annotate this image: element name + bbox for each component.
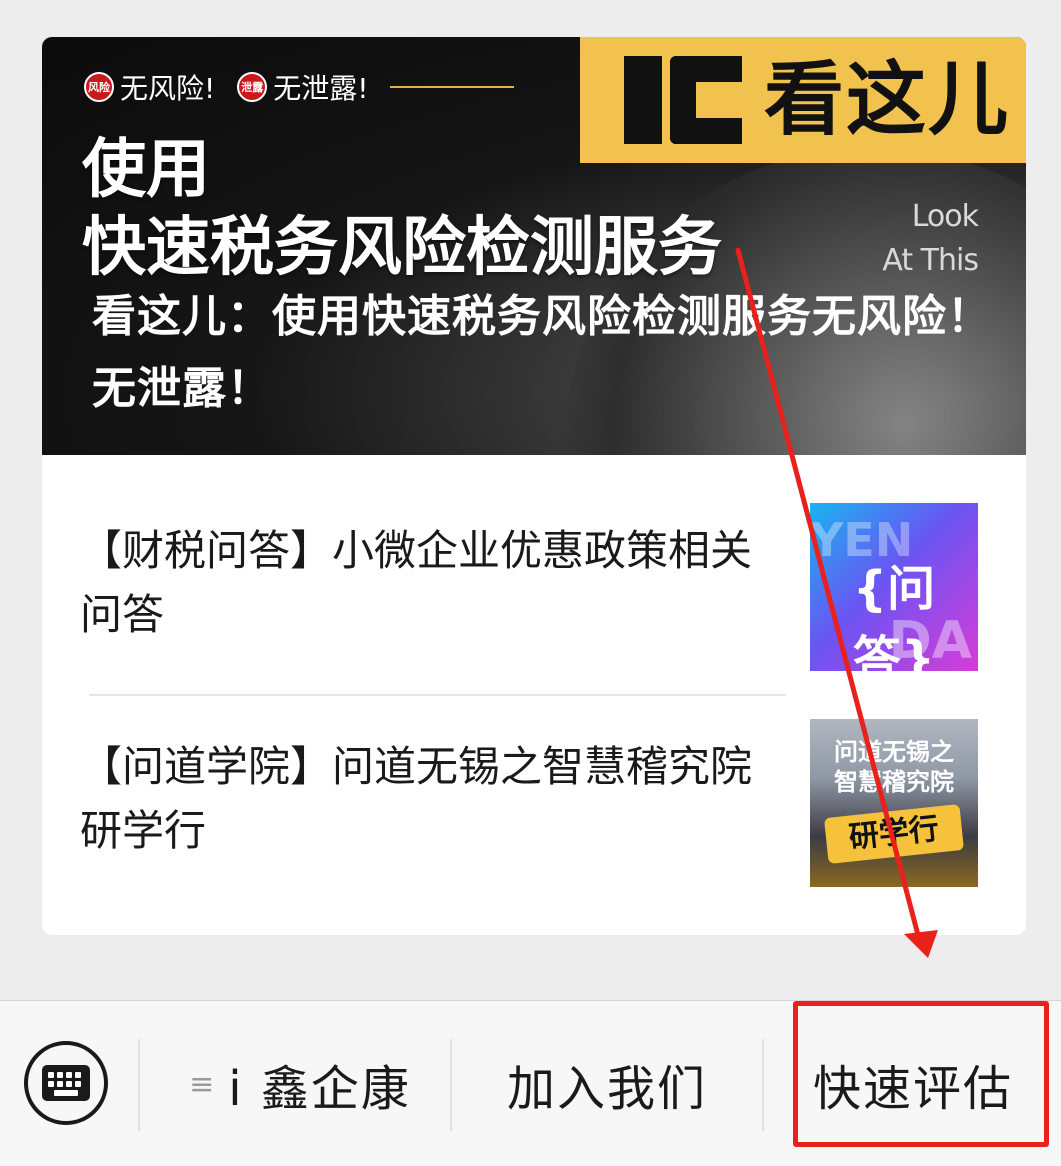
menu-label: 加入我们: [506, 1061, 707, 1117]
thumb-pill: 研学行: [823, 804, 965, 864]
menu-separator: [138, 1039, 140, 1131]
article-title: 【财税问答】小微企业优惠政策相关问答: [80, 526, 753, 639]
tagline-rule: [390, 86, 515, 88]
menu-separator: [450, 1039, 452, 1131]
tagline-no-leak: 无泄露!: [273, 72, 369, 105]
article-item-wendao-academy[interactable]: 【问道学院】问道无锡之智慧稽究院研学行 问道无锡之 智慧稽究院 研学行: [42, 713, 1026, 909]
headline-line-2: 快速税务风险检测服务: [82, 211, 722, 285]
logo-text: 看这儿: [764, 53, 1010, 146]
risk-seal-icon: 风险: [84, 72, 114, 102]
menu-item-join-us[interactable]: 加入我们: [454, 1041, 760, 1127]
look-line-2: At This: [882, 243, 979, 278]
article-title: 【问道学院】问道无锡之智慧稽究院研学行: [80, 742, 753, 855]
article-item-finance-qa[interactable]: 【财税问答】小微企业优惠政策相关问答 YEN {问答} DA: [42, 497, 1026, 693]
menu-separator: [762, 1039, 764, 1131]
menu-label: 快速评估: [812, 1061, 1013, 1117]
tagline-no-risk: 无风险!: [120, 72, 216, 105]
article-thumbnail: 问道无锡之 智慧稽究院 研学行: [810, 719, 978, 887]
chat-screen: 风险 无风险! 泄露 无泄露! 看这儿 Look At This 使用 快速税务…: [0, 0, 1061, 1166]
headline-line-1: 使用: [82, 133, 210, 207]
banner-headline: 使用 快速税务风险检测服务: [82, 131, 722, 287]
look-at-this-text: Look At This: [882, 195, 979, 283]
leak-seal-icon: 泄露: [237, 72, 268, 102]
bottom-menu-bar: ≡ i 鑫企康 加入我们 快速评估: [0, 1000, 1061, 1166]
keyboard-toggle-button[interactable]: [24, 1041, 108, 1125]
article-divider: [89, 694, 786, 696]
article-card: 风险 无风险! 泄露 无泄露! 看这儿 Look At This 使用 快速税务…: [42, 37, 1026, 935]
banner-tagline: 风险 无风险! 泄露 无泄露!: [84, 67, 515, 107]
banner-subtitle: 看这儿：使用快速税务风险检测服务无风险！无泄露！: [92, 291, 992, 414]
look-line-1: Look: [911, 199, 979, 234]
thumb-ghost-text-2: DA: [888, 611, 972, 671]
keyboard-icon: [42, 1065, 90, 1101]
menu-item-xinqikang[interactable]: ≡ i 鑫企康: [152, 1041, 448, 1127]
article-thumbnail: YEN {问答} DA: [810, 503, 978, 671]
thumb-line-1: 问道无锡之: [834, 738, 954, 766]
thumb-line-2: 智慧稽究院: [834, 768, 954, 796]
menu-item-quick-assessment[interactable]: 快速评估: [768, 1041, 1058, 1127]
menu-label: i 鑫企康: [228, 1061, 411, 1117]
banner-article[interactable]: 风险 无风险! 泄露 无泄露! 看这儿 Look At This 使用 快速税务…: [42, 37, 1026, 455]
submenu-hamburger-icon: ≡: [189, 1066, 215, 1102]
